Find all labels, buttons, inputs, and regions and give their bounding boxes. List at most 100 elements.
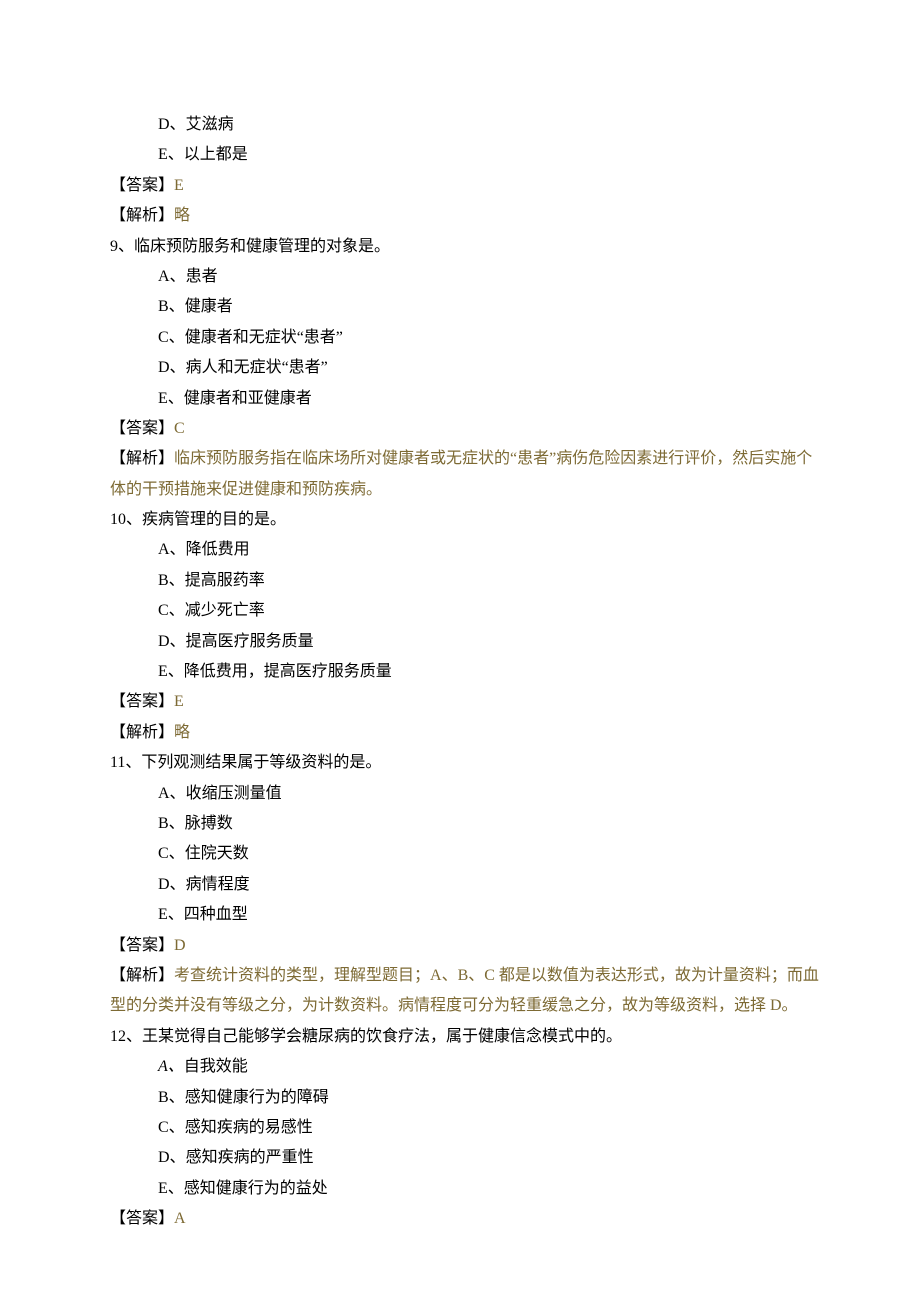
answer-label: 【答案】	[110, 937, 174, 954]
q9-option-c: C、健康者和无症状“患者”	[110, 323, 820, 353]
option-text: 感知健康行为的障碍	[185, 1089, 329, 1106]
q10-explanation: 【解析】略	[110, 718, 820, 748]
q12-option-c: C、感知疾病的易感性	[110, 1113, 820, 1143]
question-text: 疾病管理的目的是。	[142, 511, 286, 528]
q11-option-c: C、住院天数	[110, 839, 820, 869]
option-text: 以上都是	[184, 146, 248, 163]
option-letter: C、	[158, 1119, 185, 1136]
q10-option-c: C、减少死亡率	[110, 596, 820, 626]
answer-label: 【答案】	[110, 420, 174, 437]
q10-option-e: E、降低费用，提高医疗服务质量	[110, 657, 820, 687]
explanation-text: 考查统计资料的类型，理解型题目；A、B、C 都是以数值为表达形式，故为计量资料；…	[110, 967, 819, 1014]
question-text: 临床预防服务和健康管理的对象是。	[134, 238, 390, 255]
q10-stem: 10、疾病管理的目的是。	[110, 505, 820, 535]
option-letter: E、	[158, 146, 184, 163]
q8-answer: 【答案】E	[110, 171, 820, 201]
q9-option-a: A、患者	[110, 262, 820, 292]
answer-value: E	[174, 693, 184, 710]
option-letter: D、	[158, 876, 186, 893]
explanation-label: 【解析】	[110, 207, 174, 224]
q12-option-b: B、感知健康行为的障碍	[110, 1083, 820, 1113]
option-letter: B、	[158, 572, 185, 589]
q11-option-d: D、病情程度	[110, 870, 820, 900]
q11-option-a: A、收缩压测量值	[110, 779, 820, 809]
q8-option-d: D、艾滋病	[110, 110, 820, 140]
option-letter: A、	[158, 785, 186, 802]
option-text: 艾滋病	[186, 116, 234, 133]
option-text: 感知疾病的易感性	[185, 1119, 313, 1136]
option-text: 脉搏数	[185, 815, 233, 832]
explanation-label: 【解析】	[110, 967, 174, 984]
option-text: 自我效能	[184, 1058, 248, 1075]
option-letter: D、	[158, 116, 186, 133]
option-letter: B、	[158, 815, 185, 832]
question-number: 11、	[110, 754, 141, 771]
q9-stem: 9、临床预防服务和健康管理的对象是。	[110, 232, 820, 262]
q8-option-e: E、以上都是	[110, 140, 820, 170]
q10-option-a: A、降低费用	[110, 535, 820, 565]
question-text: 王某觉得自己能够学会糖尿病的饮食疗法，属于健康信念模式中的。	[142, 1028, 622, 1045]
q12-answer: 【答案】A	[110, 1204, 820, 1234]
question-number: 10、	[110, 511, 142, 528]
option-letter: E、	[158, 663, 184, 680]
q12-option-d: D、感知疾病的严重性	[110, 1143, 820, 1173]
q9-option-e: E、健康者和亚健康者	[110, 384, 820, 414]
option-letter: A、	[158, 541, 186, 558]
option-text: 降低费用，提高医疗服务质量	[184, 663, 392, 680]
q11-option-b: B、脉搏数	[110, 809, 820, 839]
option-letter: E、	[158, 390, 184, 407]
option-letter: C、	[158, 329, 185, 346]
option-text: 四种血型	[184, 906, 248, 923]
q11-answer: 【答案】D	[110, 931, 820, 961]
q11-explanation: 【解析】考查统计资料的类型，理解型题目；A、B、C 都是以数值为表达形式，故为计…	[110, 961, 820, 1022]
answer-value: E	[174, 177, 184, 194]
option-text: 健康者和亚健康者	[184, 390, 312, 407]
option-text: 感知健康行为的益处	[184, 1180, 328, 1197]
option-text: 住院天数	[185, 845, 249, 862]
explanation-label: 【解析】	[110, 724, 174, 741]
option-letter: E、	[158, 1180, 184, 1197]
option-letter: A、	[158, 268, 186, 285]
question-number: 12、	[110, 1028, 142, 1045]
option-text: 减少死亡率	[185, 602, 265, 619]
q9-answer: 【答案】C	[110, 414, 820, 444]
option-letter: B、	[158, 1089, 185, 1106]
answer-value: C	[174, 420, 185, 437]
option-text: 提高医疗服务质量	[186, 633, 314, 650]
explanation-text: 略	[174, 724, 190, 741]
answer-value: D	[174, 937, 186, 954]
option-text: 健康者	[185, 298, 233, 315]
answer-label: 【答案】	[110, 1210, 174, 1227]
option-letter: E、	[158, 906, 184, 923]
option-text: 收缩压测量值	[186, 785, 282, 802]
q12-option-a: A、自我效能	[110, 1052, 820, 1082]
q10-answer: 【答案】E	[110, 687, 820, 717]
question-text: 下列观测结果属于等级资料的是。	[141, 754, 381, 771]
option-letter: D、	[158, 359, 186, 376]
option-letter: D、	[158, 1149, 186, 1166]
answer-label: 【答案】	[110, 177, 174, 194]
option-text: 病人和无症状“患者”	[186, 359, 328, 376]
option-text: 提高服药率	[185, 572, 265, 589]
answer-label: 【答案】	[110, 693, 174, 710]
option-letter: C、	[158, 845, 185, 862]
q11-option-e: E、四种血型	[110, 900, 820, 930]
option-letter: B、	[158, 298, 185, 315]
q12-stem: 12、王某觉得自己能够学会糖尿病的饮食疗法，属于健康信念模式中的。	[110, 1022, 820, 1052]
q11-stem: 11、下列观测结果属于等级资料的是。	[110, 748, 820, 778]
option-text: 患者	[186, 268, 218, 285]
answer-value: A	[174, 1210, 186, 1227]
q10-option-d: D、提高医疗服务质量	[110, 627, 820, 657]
explanation-label: 【解析】	[110, 450, 174, 467]
explanation-text: 略	[174, 207, 190, 224]
option-text: 健康者和无症状“患者”	[185, 329, 343, 346]
option-text: 感知疾病的严重性	[186, 1149, 314, 1166]
q9-explanation: 【解析】临床预防服务指在临床场所对健康者或无症状的“患者”病伤危险因素进行评价，…	[110, 444, 820, 505]
option-text: 病情程度	[186, 876, 250, 893]
q9-option-d: D、病人和无症状“患者”	[110, 353, 820, 383]
option-letter: D、	[158, 633, 186, 650]
option-letter: A、	[158, 1058, 184, 1075]
q9-option-b: B、健康者	[110, 292, 820, 322]
document-page: D、艾滋病 E、以上都是 【答案】E 【解析】略 9、临床预防服务和健康管理的对…	[0, 0, 920, 1301]
option-letter: C、	[158, 602, 185, 619]
